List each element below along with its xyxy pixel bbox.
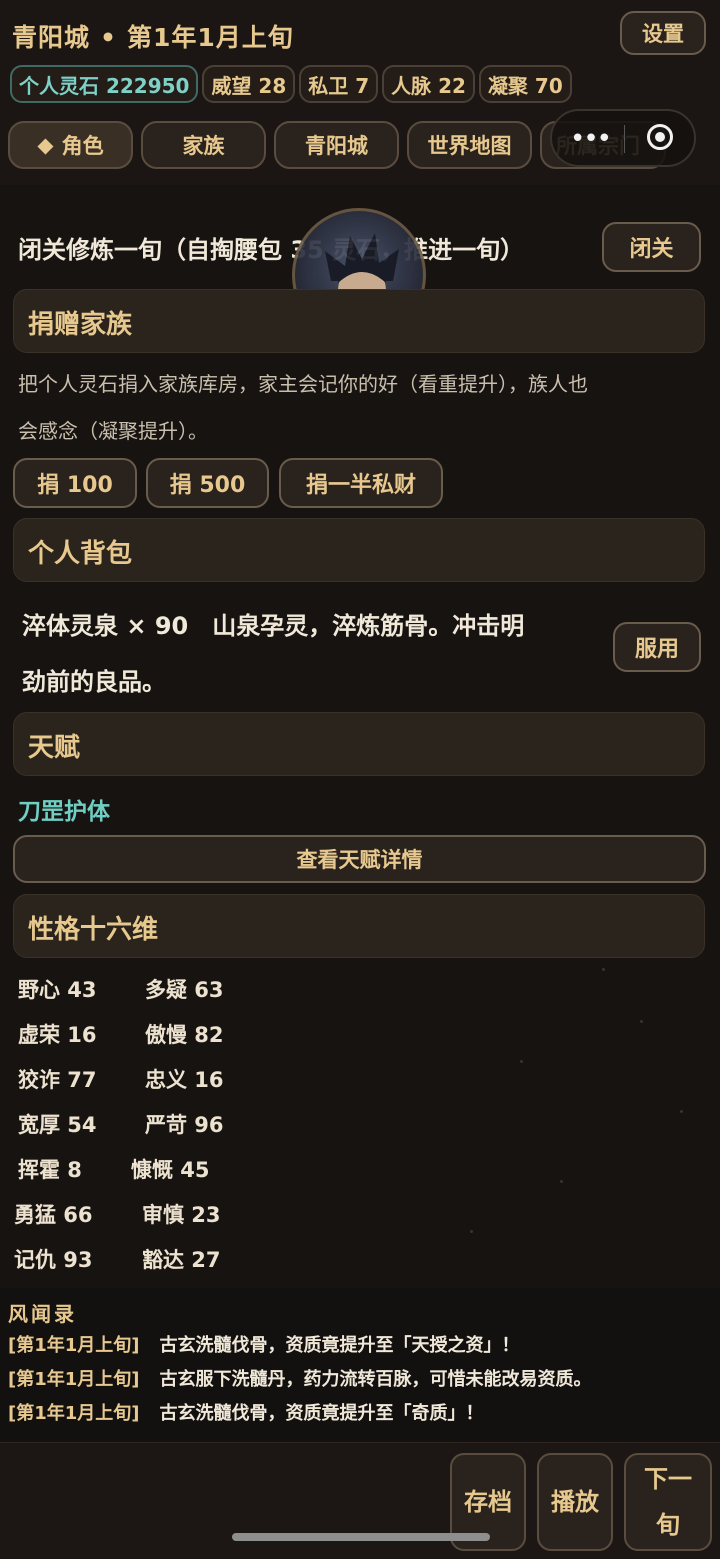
diamond-icon: ◆	[37, 133, 54, 157]
stat-spirit-stones: 个人灵石 222950	[10, 65, 199, 103]
stats-row: 个人灵石 222950 威望 28 私卫 7 人脉 22 凝聚 70	[10, 65, 572, 103]
trait-cunning: 狡诈 77	[18, 1068, 97, 1092]
capsule-divider	[624, 125, 625, 153]
save-label: 存档	[464, 1488, 512, 1516]
news-text: 古玄洗髓伐骨，资质竟提升至「天授之资」！	[159, 1335, 520, 1356]
news-log[interactable]: 风闻录 [第1年1月上旬] 古玄洗髓伐骨，资质竟提升至「天授之资」！ [第1年1月…	[0, 1288, 720, 1442]
play-label: 播放	[551, 1488, 599, 1516]
trait-ambition: 野心 43	[18, 978, 97, 1002]
trait-strictness: 严苛 96	[145, 1113, 224, 1137]
trait-extravagance: 挥霍 8	[18, 1158, 82, 1182]
title-separator: •	[100, 23, 117, 52]
personality-section-header: 性格十六维	[13, 894, 705, 958]
use-item-button[interactable]: 服用	[613, 622, 701, 672]
news-text: 古玄服下洗髓丹，药力流转百脉，可惜未能改易资质。	[159, 1369, 592, 1390]
home-indicator	[232, 1533, 490, 1541]
seclusion-button[interactable]: 闭关	[602, 222, 701, 272]
donate-description-line2: 会感念（凝聚提升）。	[18, 419, 208, 443]
news-title: 风闻录	[8, 1302, 77, 1326]
trait-openness: 豁达 27	[142, 1248, 221, 1272]
donate-500-button[interactable]: 捐 500	[146, 458, 269, 508]
trait-magnanimity: 慷慨 45	[131, 1158, 210, 1182]
donate-100-button[interactable]: 捐 100	[13, 458, 137, 508]
next-period-button[interactable]: 下一旬	[624, 1453, 712, 1551]
trait-suspicion: 多疑 63	[145, 978, 224, 1002]
top-header: 青阳城 • 第1年1月上旬 设置 个人灵石 222950 威望 28 私卫 7 人脉…	[0, 0, 720, 185]
trait-vanity: 虚荣 16	[18, 1023, 97, 1047]
bottom-action-bar: 存档 播放 下一旬	[0, 1442, 720, 1559]
news-fade	[0, 1420, 720, 1442]
more-options-icon[interactable]: •••	[570, 124, 612, 154]
section-title: 天赋	[28, 733, 81, 763]
trait-arrogance: 傲慢 82	[145, 1023, 224, 1047]
news-item: [第1年1月上旬] 古玄服下洗髓丹，药力流转百脉，可惜未能改易资质。	[8, 1365, 592, 1391]
stat-guards: 私卫 7	[299, 65, 379, 103]
talent-section-header: 天赋	[13, 712, 705, 776]
stat-connections: 人脉 22	[382, 65, 475, 103]
city-name: 青阳城	[12, 23, 91, 52]
donate-section-header: 捐赠家族	[13, 289, 705, 353]
section-title: 个人背包	[28, 539, 133, 569]
news-item: [第1年1月上旬] 古玄洗髓伐骨，资质竟提升至「天授之资」！	[8, 1331, 520, 1357]
seclusion-description: 闭关修炼一旬（自掏腰包 35 灵石，推进一旬）	[18, 236, 525, 264]
tab-family[interactable]: 家族	[141, 121, 266, 169]
stat-cohesion: 凝聚 70	[478, 65, 572, 103]
section-title: 性格十六维	[28, 915, 159, 945]
trait-bravery: 勇猛 66	[14, 1203, 93, 1227]
news-timestamp: [第1年1月上旬]	[8, 1369, 140, 1390]
miniprogram-capsule: •••	[550, 109, 696, 167]
settings-button[interactable]: 设置	[620, 11, 706, 55]
donate-half-button[interactable]: 捐一半私财	[279, 458, 443, 508]
stat-prestige: 威望 28	[202, 65, 296, 103]
donate-description-line1: 把个人灵石捐入家族库房，家主会记你的好（看重提升），族人也	[18, 372, 588, 396]
view-talent-details-button[interactable]: 查看天赋详情	[13, 835, 706, 883]
tab-character[interactable]: ◆ 角色	[8, 121, 133, 169]
talent-name: 刀罡护体	[18, 799, 110, 825]
close-miniprogram-icon[interactable]	[647, 124, 673, 150]
game-date: 第1年1月上旬	[127, 23, 294, 52]
tab-world-map[interactable]: 世界地图	[407, 121, 532, 169]
trait-loyalty: 忠义 16	[145, 1068, 224, 1092]
bag-item-line2: 劲前的良品。	[22, 668, 166, 696]
tab-label: 角色	[61, 134, 104, 158]
next-label: 下一旬	[644, 1465, 692, 1539]
section-title: 捐赠家族	[28, 310, 133, 340]
news-timestamp: [第1年1月上旬]	[8, 1335, 140, 1356]
bag-item-line1: 淬体灵泉 × 90 山泉孕灵，淬炼筋骨。冲击明	[22, 612, 525, 640]
location-date-title: 青阳城 • 第1年1月上旬	[12, 18, 294, 54]
tab-city[interactable]: 青阳城	[274, 121, 399, 169]
trait-grudge: 记仇 93	[14, 1248, 93, 1272]
trait-generosity: 宽厚 54	[18, 1113, 97, 1137]
bag-section-header: 个人背包	[13, 518, 705, 582]
trait-prudence: 审慎 23	[142, 1203, 221, 1227]
play-button[interactable]: 播放	[537, 1453, 613, 1551]
